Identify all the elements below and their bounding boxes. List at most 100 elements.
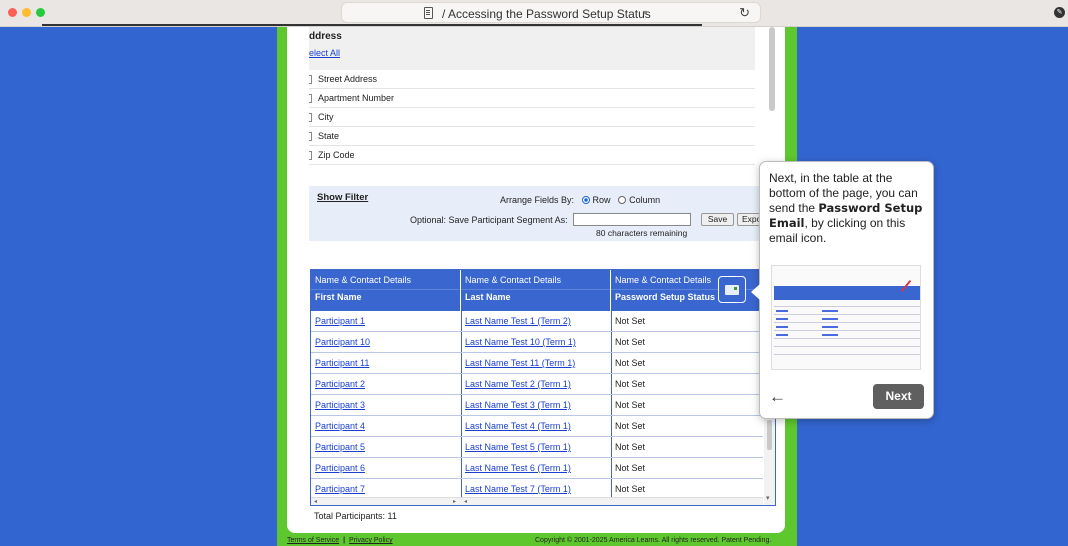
next-button[interactable]: Next [873,384,924,409]
arrange-fields-control: Arrange Fields By: Row Column [500,195,660,205]
column-group-label: Name & Contact Details [315,275,412,285]
checkbox[interactable] [309,151,312,160]
scroll-right-icon[interactable]: ▸ [453,498,456,505]
field-row-apartment[interactable]: Apartment Number [309,89,755,108]
scroll-left-icon[interactable]: ◂ [464,498,467,505]
arrange-label: Arrange Fields By: [500,195,575,205]
column-group-label: Name & Contact Details [465,275,562,285]
last-name-link[interactable]: Last Name Test 1 (Term 2) [465,316,571,326]
arrow-left-icon[interactable]: ← [769,387,786,407]
last-name-link[interactable]: Last Name Test 5 (Term 1) [465,442,571,452]
divider [311,289,460,290]
thumbnail-link [776,326,788,328]
browser-toolbar: / Accessing the Password Setup Status ▾ … [0,0,1068,27]
password-status: Not Set [615,316,646,326]
last-name-link[interactable]: Last Name Test 4 (Term 1) [465,421,571,431]
thumbnail-link [776,334,788,336]
last-name-link[interactable]: Last Name Test 10 (Term 1) [465,337,576,347]
terms-of-service-link[interactable]: Terms of Service [287,537,339,544]
field-label: Apartment Number [318,93,395,103]
email-icon[interactable] [718,276,746,303]
first-name-link[interactable]: Participant 1 [315,316,365,326]
field-row-city[interactable]: City [309,108,755,127]
maximize-window-button[interactable] [36,8,45,17]
loading-progress-bar [42,24,702,26]
thumbnail-link [776,318,788,320]
table-row: Participant 10 Last Name Test 10 (Term 1… [311,332,763,353]
first-name-link[interactable]: Participant 7 [315,484,365,494]
first-name-link[interactable]: Participant 4 [315,421,365,431]
filter-bar: Show Filter Arrange Fields By: Row Colum… [309,186,785,241]
password-status: Not Set [615,442,646,452]
password-status: Not Set [615,379,646,389]
show-filter-link[interactable]: Show Filter [317,192,368,203]
password-status: Not Set [615,400,646,410]
last-name-link[interactable]: Last Name Test 2 (Term 1) [465,379,571,389]
close-window-button[interactable] [8,8,17,17]
content-panel: ddress elect All Street Address Apartmen… [287,27,785,533]
password-status: Not Set [615,358,646,368]
segment-name-input[interactable] [573,213,691,226]
radio-row[interactable] [581,196,590,204]
save-button[interactable]: Save [701,213,734,226]
checkbox[interactable] [309,75,312,84]
column-name: First Name [315,292,362,302]
checkbox[interactable] [309,113,312,122]
checkbox[interactable] [309,132,312,141]
first-name-link[interactable]: Participant 3 [315,400,365,410]
first-name-link[interactable]: Participant 6 [315,463,365,473]
scroll-down-icon[interactable]: ▾ [766,494,770,502]
thumbnail-link [822,334,838,336]
table-row: Participant 11 Last Name Test 11 (Term 1… [311,353,763,374]
last-name-link[interactable]: Last Name Test 6 (Term 1) [465,463,571,473]
column-header-last-name[interactable]: Name & Contact Details Last Name [461,270,611,311]
field-label: Street Address [318,74,378,84]
table-row: Participant 2 Last Name Test 2 (Term 1) … [311,374,763,395]
checkbox[interactable] [309,94,312,103]
minimize-window-button[interactable] [22,8,31,17]
field-label: City [318,112,334,122]
field-row-zip[interactable]: Zip Code [309,146,755,165]
extension-icon[interactable]: ✎ [1054,7,1065,18]
password-status: Not Set [615,337,646,347]
first-name-link[interactable]: Participant 11 [315,358,369,368]
participants-table: Name & Contact Details First Name Name &… [310,269,776,506]
first-name-link[interactable]: Participant 10 [315,337,370,347]
thumbnail-link [776,310,788,312]
divider [461,289,610,290]
document-icon [424,7,433,19]
scroll-left-icon[interactable]: ◂ [314,498,317,505]
total-participants: Total Participants: 11 [314,511,397,521]
field-row-state[interactable]: State [309,127,755,146]
copyright-text: Copyright © 2001-2025 America Learns. Al… [535,537,772,544]
address-bar[interactable]: / Accessing the Password Setup Status ▾ … [341,2,761,23]
chevron-down-icon[interactable]: ▾ [643,8,647,17]
thumbnail-line [774,314,920,315]
thumbnail-table-header [774,286,920,300]
thumbnail-link [822,326,838,328]
select-all-link[interactable]: elect All [309,48,340,58]
footer-separator: | [343,537,346,544]
first-name-link[interactable]: Participant 5 [315,442,365,452]
reload-icon[interactable]: ↻ [739,5,750,21]
last-name-link[interactable]: Last Name Test 3 (Term 1) [465,400,571,410]
first-name-link[interactable]: Participant 2 [315,379,365,389]
password-status: Not Set [615,484,646,494]
table-horizontal-scrollbar[interactable]: ◂ ▸ ◂ [311,497,763,505]
field-row-street[interactable]: Street Address [309,70,755,89]
thumbnail-link [822,318,838,320]
table-row: Participant 5 Last Name Test 5 (Term 1) … [311,437,763,458]
radio-column[interactable] [618,196,627,204]
scrollbar-thumb[interactable] [767,420,772,450]
last-name-link[interactable]: Last Name Test 11 (Term 1) [465,358,575,368]
footer-links: Terms of Service | Privacy Policy [287,537,393,544]
privacy-policy-link[interactable]: Privacy Policy [349,537,393,544]
column-name: Last Name [465,292,511,302]
page-scrollbar[interactable] [769,27,775,111]
envelope-icon [725,285,739,295]
table-header: Name & Contact Details First Name Name &… [311,270,775,311]
last-name-link[interactable]: Last Name Test 7 (Term 1) [465,484,571,494]
field-label: State [318,131,340,141]
column-header-first-name[interactable]: Name & Contact Details First Name [311,270,461,311]
thumbnail-line [774,346,920,347]
